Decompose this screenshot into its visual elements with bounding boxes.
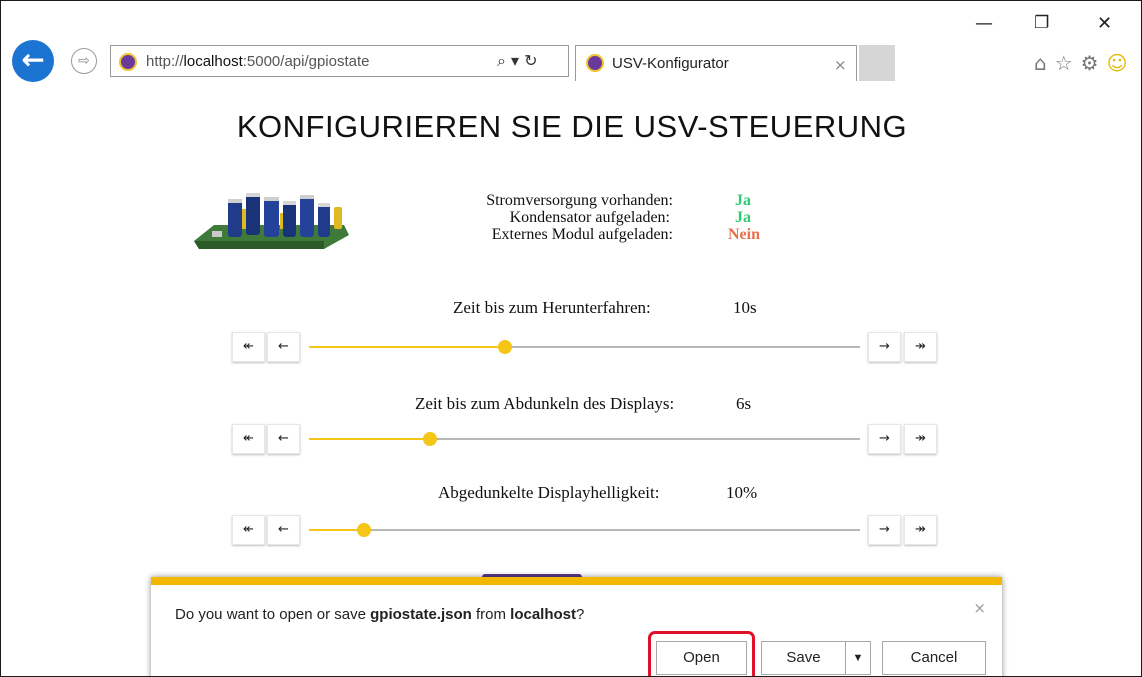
dim-slider-thumb[interactable] bbox=[423, 432, 438, 446]
dim-slider[interactable] bbox=[309, 432, 860, 446]
shutdown-first-button[interactable]: ↞ bbox=[232, 332, 265, 362]
download-prompt-text: Do you want to open or save gpiostate.js… bbox=[175, 606, 584, 623]
brightness-next-button[interactable]: → bbox=[868, 515, 901, 545]
dim-slider-fill bbox=[309, 438, 431, 440]
shutdown-slider-thumb[interactable] bbox=[497, 340, 512, 354]
dim-first-button[interactable]: ↞ bbox=[232, 424, 265, 454]
prompt-source: localhost bbox=[510, 606, 577, 623]
tab-usv-konfigurator[interactable]: USV-Konfigurator × bbox=[575, 45, 857, 81]
home-icon[interactable]: ⌂ bbox=[1034, 51, 1055, 75]
save-button[interactable]: Save bbox=[761, 641, 846, 675]
prompt-middle: from bbox=[471, 606, 511, 623]
status-label-power: Stromversorgung vorhanden: bbox=[486, 192, 673, 209]
shutdown-prev-button[interactable]: ← bbox=[267, 332, 300, 362]
dim-prev-button[interactable]: ← bbox=[267, 424, 300, 454]
brightness-slider-thumb[interactable] bbox=[357, 523, 372, 537]
dim-last-button[interactable]: ↠ bbox=[904, 424, 937, 454]
prompt-prefix: Do you want to open or save bbox=[175, 606, 371, 623]
prompt-suffix: ? bbox=[576, 606, 585, 623]
star-icon[interactable]: ☆ bbox=[1055, 51, 1081, 75]
site-favicon-icon bbox=[119, 53, 137, 71]
download-notification-bar: Do you want to open or save gpiostate.js… bbox=[151, 577, 1002, 676]
tab-title: USV-Konfigurator bbox=[612, 55, 729, 72]
status-value-power: Ja bbox=[735, 192, 751, 209]
shutdown-next-button[interactable]: → bbox=[868, 332, 901, 362]
gear-icon[interactable]: ⚙ bbox=[1081, 51, 1107, 75]
ups-board-image bbox=[194, 193, 349, 249]
slider-value-shutdown: 10s bbox=[733, 298, 757, 317]
shutdown-last-button[interactable]: ↠ bbox=[904, 332, 937, 362]
page-title: KONFIGURIEREN SIE DIE USV-STEUERUNG bbox=[236, 109, 908, 144]
slider-value-brightness: 10% bbox=[726, 483, 758, 502]
url-text[interactable]: http://localhost:5000/api/gpiostate bbox=[146, 53, 370, 70]
slider-label-shutdown: Zeit bis zum Herunterfahren: bbox=[453, 298, 651, 317]
open-button-highlight bbox=[648, 631, 755, 676]
slider-label-dim: Zeit bis zum Abdunkeln des Displays: bbox=[415, 394, 675, 413]
forward-button[interactable]: ⇨ bbox=[71, 48, 97, 74]
status-label-capacitor: Kondensator aufgeladen: bbox=[509, 209, 670, 226]
shutdown-slider-fill bbox=[309, 346, 505, 348]
url-host: localhost bbox=[183, 53, 243, 70]
tab-favicon-icon bbox=[586, 54, 604, 72]
status-labels: Stromversorgung vorhanden: Kondensator a… bbox=[453, 192, 673, 243]
url-prefix: http:// bbox=[146, 53, 184, 70]
browser-window: — ❐ ✕ ← ⇨ http://localhost:5000/api/gpio… bbox=[0, 0, 1142, 677]
restore-button[interactable]: ❐ bbox=[1034, 13, 1049, 33]
prompt-filename: gpiostate.json bbox=[370, 606, 472, 623]
browser-toolbar: ⌂☆⚙☺ bbox=[1034, 51, 1135, 75]
search-refresh-icons[interactable]: ⌕ ▾ ↻ bbox=[497, 51, 538, 71]
minimize-button[interactable]: — bbox=[975, 13, 993, 34]
status-label-external-module: Externes Modul aufgeladen: bbox=[491, 226, 673, 243]
smiley-icon[interactable]: ☺ bbox=[1107, 51, 1136, 75]
status-value-external-module: Nein bbox=[728, 226, 760, 243]
back-button[interactable]: ← bbox=[12, 40, 54, 82]
close-window-button[interactable]: ✕ bbox=[1097, 13, 1112, 34]
cancel-button[interactable]: Cancel bbox=[882, 641, 986, 675]
dim-next-button[interactable]: → bbox=[868, 424, 901, 454]
status-value-capacitor: Ja bbox=[735, 209, 751, 226]
brightness-slider[interactable] bbox=[309, 523, 860, 537]
slider-label-brightness: Abgedunkelte Displayhelligkeit: bbox=[438, 483, 660, 502]
brightness-slider-fill bbox=[309, 529, 365, 531]
tab-close-icon[interactable]: × bbox=[834, 56, 847, 74]
url-rest: :5000/api/gpiostate bbox=[242, 53, 370, 70]
slider-value-dim: 6s bbox=[736, 394, 752, 413]
back-arrow-icon: ← bbox=[21, 43, 45, 76]
brightness-first-button[interactable]: ↞ bbox=[232, 515, 265, 545]
new-tab-button[interactable] bbox=[859, 45, 895, 81]
address-bar[interactable]: http://localhost:5000/api/gpiostate ⌕ ▾ … bbox=[110, 45, 569, 77]
forward-arrow-icon: ⇨ bbox=[78, 53, 90, 69]
brightness-prev-button[interactable]: ← bbox=[267, 515, 300, 545]
shutdown-slider[interactable] bbox=[309, 340, 860, 354]
notification-close-icon[interactable]: × bbox=[973, 599, 986, 617]
brightness-last-button[interactable]: ↠ bbox=[904, 515, 937, 545]
save-dropdown-icon[interactable]: ▼ bbox=[845, 641, 871, 675]
